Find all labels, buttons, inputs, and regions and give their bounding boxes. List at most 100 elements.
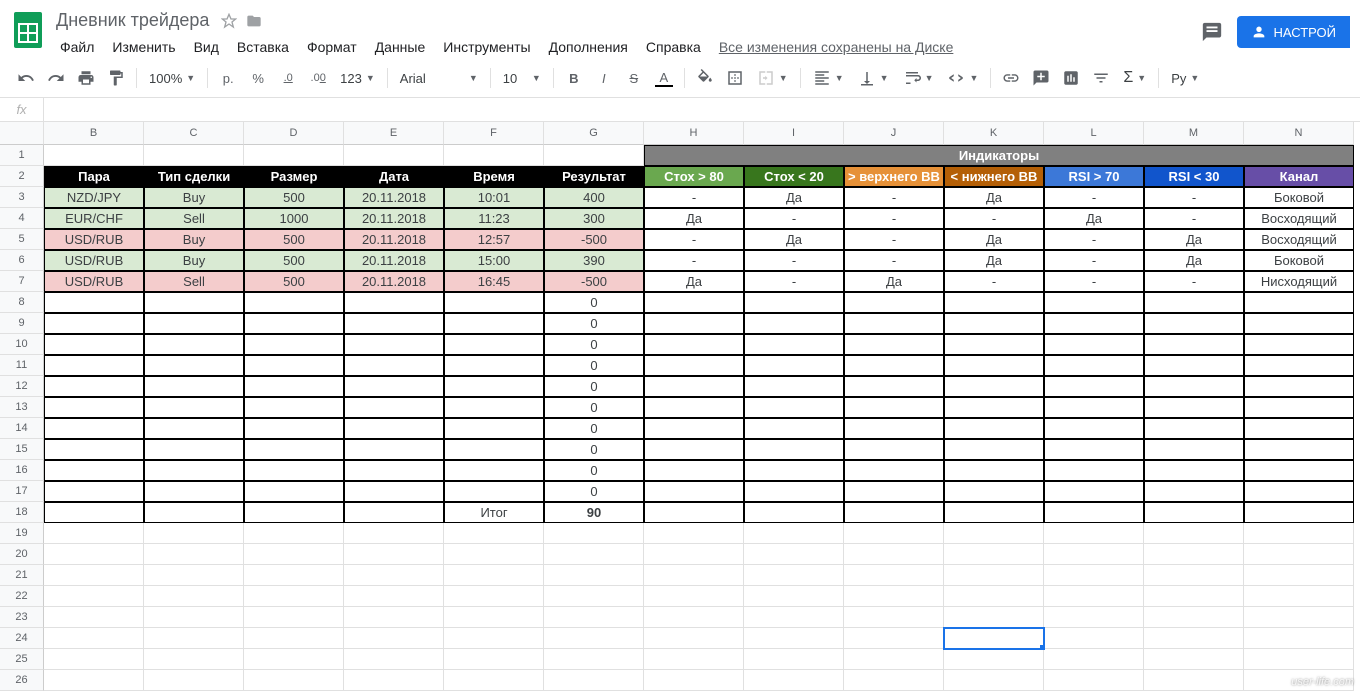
cell[interactable]: - (1144, 208, 1244, 229)
row-header[interactable]: 22 (0, 586, 44, 607)
cell[interactable] (144, 628, 244, 649)
row-header[interactable]: 11 (0, 355, 44, 376)
cell[interactable]: Sell (144, 208, 244, 229)
cell[interactable] (1044, 439, 1144, 460)
cell[interactable] (944, 607, 1044, 628)
cell[interactable] (344, 145, 444, 166)
cell[interactable] (744, 460, 844, 481)
cell[interactable] (344, 376, 444, 397)
cell[interactable] (444, 292, 544, 313)
v-align-button[interactable]: ▼ (852, 67, 895, 89)
cell[interactable] (1144, 586, 1244, 607)
cell[interactable] (1044, 334, 1144, 355)
cell[interactable]: Да (644, 208, 744, 229)
cell[interactable] (744, 334, 844, 355)
cell[interactable] (1144, 628, 1244, 649)
cell[interactable]: Боковой (1244, 250, 1354, 271)
cell[interactable]: 0 (544, 334, 644, 355)
cell[interactable] (144, 376, 244, 397)
cell[interactable] (1244, 649, 1354, 670)
cell[interactable]: - (1044, 229, 1144, 250)
row-header[interactable]: 1 (0, 145, 44, 166)
strikethrough-button[interactable]: S (620, 65, 648, 91)
cell[interactable] (1144, 523, 1244, 544)
borders-button[interactable] (721, 65, 749, 91)
undo-button[interactable] (12, 65, 40, 91)
cell[interactable] (844, 565, 944, 586)
cell[interactable] (344, 502, 444, 523)
cell[interactable] (744, 313, 844, 334)
cell[interactable]: 20.11.2018 (344, 187, 444, 208)
cell[interactable] (1244, 418, 1354, 439)
cell[interactable] (44, 607, 144, 628)
cell[interactable] (944, 502, 1044, 523)
cell[interactable] (344, 586, 444, 607)
cell[interactable] (1144, 670, 1244, 691)
cell[interactable] (1144, 439, 1244, 460)
cell[interactable] (1044, 544, 1144, 565)
cell[interactable] (1244, 376, 1354, 397)
column-header[interactable]: K (944, 122, 1044, 145)
cell[interactable] (1144, 544, 1244, 565)
menu-item[interactable]: Справка (638, 35, 709, 59)
column-label[interactable]: Время (444, 166, 544, 187)
cell[interactable] (1044, 292, 1144, 313)
cell[interactable] (844, 544, 944, 565)
row-header[interactable]: 10 (0, 334, 44, 355)
cell[interactable] (444, 376, 544, 397)
row-header[interactable]: 7 (0, 271, 44, 292)
cell[interactable] (644, 418, 744, 439)
cell[interactable] (644, 439, 744, 460)
cell[interactable]: Sell (144, 271, 244, 292)
cell[interactable] (144, 313, 244, 334)
column-label[interactable]: Размер (244, 166, 344, 187)
cell[interactable]: Да (944, 229, 1044, 250)
cell[interactable] (844, 460, 944, 481)
cell[interactable] (1044, 607, 1144, 628)
row-header[interactable]: 14 (0, 418, 44, 439)
column-header[interactable]: B (44, 122, 144, 145)
cell[interactable] (1044, 376, 1144, 397)
cell[interactable] (844, 586, 944, 607)
comments-icon[interactable] (1201, 21, 1223, 43)
row-header[interactable]: 12 (0, 376, 44, 397)
cell[interactable]: Buy (144, 250, 244, 271)
cell[interactable] (744, 439, 844, 460)
cell[interactable] (844, 628, 944, 649)
cell[interactable]: 0 (544, 418, 644, 439)
cell[interactable]: Боковой (1244, 187, 1354, 208)
cell[interactable] (1144, 355, 1244, 376)
cell[interactable] (1144, 376, 1244, 397)
row-header[interactable]: 21 (0, 565, 44, 586)
bold-button[interactable]: B (560, 65, 588, 91)
cell[interactable]: 10:01 (444, 187, 544, 208)
column-label[interactable]: Тип сделки (144, 166, 244, 187)
star-icon[interactable] (221, 13, 237, 29)
cell[interactable] (944, 418, 1044, 439)
cell[interactable] (844, 649, 944, 670)
cell[interactable] (444, 334, 544, 355)
cell[interactable] (44, 376, 144, 397)
cell[interactable] (844, 397, 944, 418)
filter-button[interactable] (1087, 65, 1115, 91)
cell[interactable]: USD/RUB (44, 271, 144, 292)
functions-button[interactable]: Σ▼ (1117, 67, 1152, 89)
cell[interactable] (744, 565, 844, 586)
cell[interactable]: Да (744, 229, 844, 250)
cell[interactable] (1044, 313, 1144, 334)
cell[interactable] (244, 523, 344, 544)
cell[interactable] (244, 355, 344, 376)
cell[interactable]: EUR/CHF (44, 208, 144, 229)
text-color-button[interactable]: A (650, 65, 678, 91)
cell[interactable] (1044, 586, 1144, 607)
cell[interactable] (1044, 418, 1144, 439)
increase-decimal-button[interactable]: .00 (304, 65, 332, 91)
cell[interactable] (744, 607, 844, 628)
cell[interactable]: - (844, 229, 944, 250)
cell[interactable]: - (944, 271, 1044, 292)
cell[interactable]: - (644, 229, 744, 250)
cell[interactable] (744, 523, 844, 544)
cell[interactable] (44, 313, 144, 334)
cell[interactable] (144, 145, 244, 166)
cell[interactable] (444, 313, 544, 334)
